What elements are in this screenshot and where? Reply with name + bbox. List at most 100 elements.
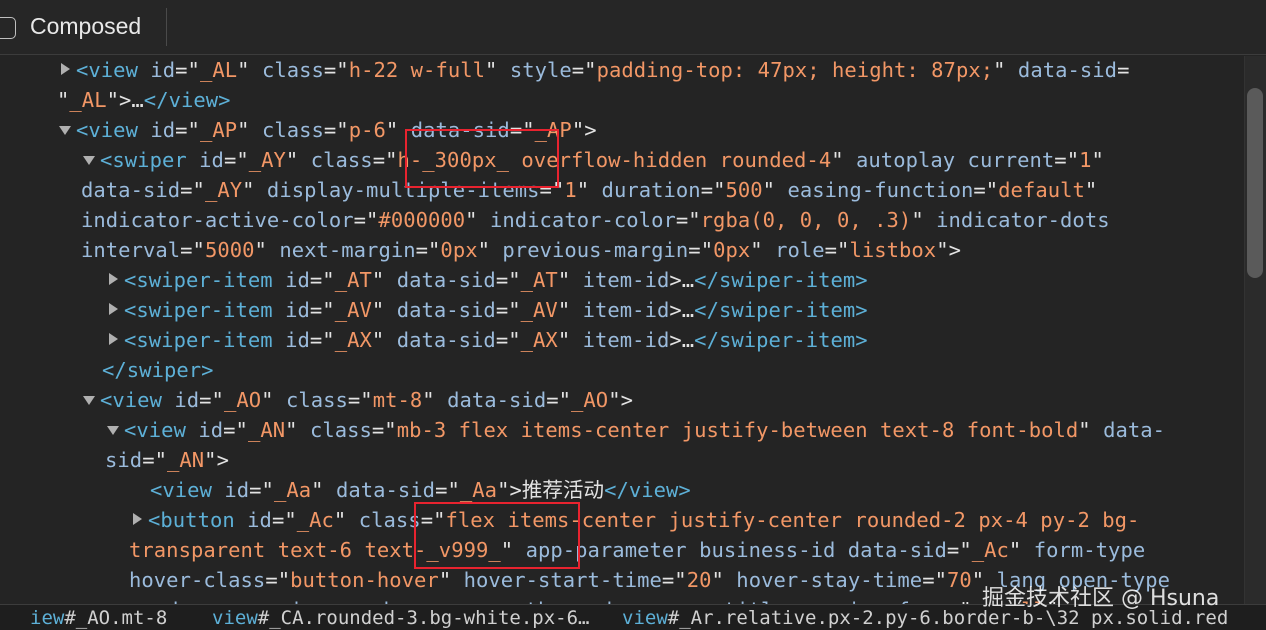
attr-name-token: previous-margin	[502, 238, 689, 262]
dom-node-line[interactable]: <view id="_AP" class="p-6" data-sid="_AP…	[76, 116, 597, 144]
attr-value-token: _AX	[334, 328, 372, 352]
attr-name-token: data-sid	[410, 118, 510, 142]
dom-node-line[interactable]: sid="_AN">	[105, 446, 229, 474]
dom-node-line[interactable]: <swiper id="_AY" class="h-_300px_ overfl…	[100, 146, 1104, 174]
dom-tree[interactable]: <view id="_AL" class="h-22 w-full" style…	[0, 56, 1244, 604]
elements-toolbar: Composed	[0, 0, 1266, 55]
punct-token: ">	[608, 388, 633, 412]
attr-value-token: _AO	[571, 388, 609, 412]
attr-name-token: id	[150, 58, 176, 82]
attr-value-token: 500	[725, 178, 763, 202]
punct-token: "	[1084, 178, 1098, 202]
tag-token: <view	[124, 418, 199, 442]
attr-value-token: h-22 w-full	[348, 58, 486, 82]
attr-value-token: _AY	[248, 148, 286, 172]
attr-name-token: item-id	[582, 268, 670, 292]
attr-name-token: next-margin	[279, 238, 416, 262]
dom-node-line[interactable]: <swiper-item id="_AT" data-sid="_AT" ite…	[124, 266, 868, 294]
punct-token: ="	[420, 508, 446, 532]
dom-node-line[interactable]: indicator-active-color="#000000" indicat…	[81, 206, 1110, 234]
collapse-arrow-icon[interactable]	[107, 426, 119, 435]
attr-value-token: 70	[946, 568, 972, 592]
attr-name-token: data-sid	[1017, 58, 1118, 82]
attr-name-token: duration	[601, 178, 701, 202]
attr-name-token: display-multiple-items	[266, 178, 540, 202]
dom-node-line[interactable]: <view id="_AO" class="mt-8" data-sid="_A…	[100, 386, 633, 414]
punct-token: "	[285, 148, 311, 172]
composed-checkbox[interactable]	[0, 17, 16, 39]
punct-token: "	[576, 178, 602, 202]
breadcrumb-item[interactable]: iew#_AO.mt-8	[30, 605, 167, 630]
attr-name-token: id	[224, 478, 250, 502]
attr-name-token: data-	[1103, 418, 1166, 442]
collapse-arrow-icon[interactable]	[59, 126, 71, 135]
attr-value-token: _AO	[223, 388, 262, 412]
punct-token: ="	[309, 328, 335, 352]
expand-arrow-icon[interactable]	[109, 303, 118, 315]
punct-token: "	[422, 388, 448, 412]
punct-token: ="	[495, 268, 521, 292]
collapse-arrow-icon[interactable]	[83, 396, 95, 405]
attr-name-token: id	[285, 268, 310, 292]
expand-arrow-icon[interactable]	[61, 63, 70, 75]
attr-value-token: padding-top: 47px; height: 87px;	[596, 58, 994, 82]
punct-token: ="	[495, 298, 521, 322]
dom-node-line[interactable]: </swiper>	[102, 356, 214, 384]
attr-name-token: class	[310, 148, 373, 172]
punct-token: ="	[946, 538, 972, 562]
dom-node-line[interactable]: <view id="_Aa" data-sid="_Aa">推荐活动</view…	[150, 476, 691, 504]
dom-node-line[interactable]: <swiper-item id="_AX" data-sid="_AX" ite…	[124, 326, 868, 354]
attr-name-token: item-id	[582, 298, 670, 322]
dom-node-line[interactable]: <button id="_Ac" class="flex items-cente…	[148, 506, 1139, 534]
attr-value-token: _Aa	[459, 478, 498, 502]
tag-token: <swiper-item	[124, 328, 286, 352]
expand-arrow-icon[interactable]	[133, 513, 142, 525]
punct-token: "	[1078, 418, 1104, 442]
breadcrumb-item[interactable]: view#_CA.rounded-3.bg-white.px-6…	[212, 605, 590, 630]
expand-arrow-icon[interactable]	[109, 273, 118, 285]
punct-token: ="	[142, 448, 167, 472]
punct-token: ="	[1054, 148, 1080, 172]
composed-label: Composed	[30, 13, 142, 39]
dom-node-line[interactable]: <view id="_AN" class="mb-3 flex items-ce…	[124, 416, 1165, 444]
punct-token: ="	[922, 568, 947, 592]
punct-token: "	[371, 328, 397, 352]
scrollbar-thumb[interactable]	[1247, 88, 1263, 278]
tag-token: <view	[76, 58, 151, 82]
attr-value-token: _AN	[247, 418, 286, 442]
dom-node-line[interactable]: interval="5000" next-margin="0px" previo…	[81, 236, 961, 264]
attr-value-token: _AP	[534, 118, 572, 142]
dom-node-line[interactable]: transparent text-6 text-_v999_" app-para…	[129, 536, 1145, 564]
text-token: …	[681, 298, 695, 322]
dom-node-line[interactable]: "_AL">…</view>	[57, 86, 231, 114]
dom-node-line[interactable]: <swiper-item id="_AV" data-sid="_AV" ite…	[124, 296, 868, 324]
punct-token: ="	[435, 478, 460, 502]
punct-token: ="	[249, 478, 274, 502]
attr-name-token: class	[285, 388, 348, 412]
punct-token: ="	[180, 178, 205, 202]
dom-node-line[interactable]: send-message-img send-message-path send-…	[129, 596, 1058, 604]
punct-token: ">	[497, 478, 522, 502]
punct-token: "	[237, 118, 262, 142]
tag-token: <view	[150, 478, 225, 502]
punct-token: >	[669, 328, 682, 352]
dom-node-line[interactable]: data-sid="_AY" display-multiple-items="1…	[81, 176, 1097, 204]
collapse-arrow-icon[interactable]	[83, 156, 95, 165]
attr-name-token: id	[285, 328, 310, 352]
punct-token: "	[993, 58, 1018, 82]
dom-node-line[interactable]: <view id="_AL" class="h-22 w-full" style…	[76, 56, 1129, 84]
expand-arrow-icon[interactable]	[109, 333, 118, 345]
attr-name-token: hover-class	[129, 568, 266, 592]
punct-token: "	[237, 58, 262, 82]
punct-token: ">	[571, 118, 597, 142]
attr-value-token: _AT	[520, 268, 558, 292]
tag-token: </swiper>	[102, 358, 214, 382]
punct-token: "	[1008, 538, 1034, 562]
tag-token: </swiper-item>	[694, 268, 868, 292]
attr-name-token: indicator-active-color	[81, 208, 354, 232]
attr-value-token: _Ac	[296, 508, 334, 532]
attr-name-token: data-sid	[847, 538, 947, 562]
punct-token: "	[500, 538, 526, 562]
attr-name-token: autoplay	[856, 148, 968, 172]
attr-name-token: data-sid	[81, 178, 181, 202]
